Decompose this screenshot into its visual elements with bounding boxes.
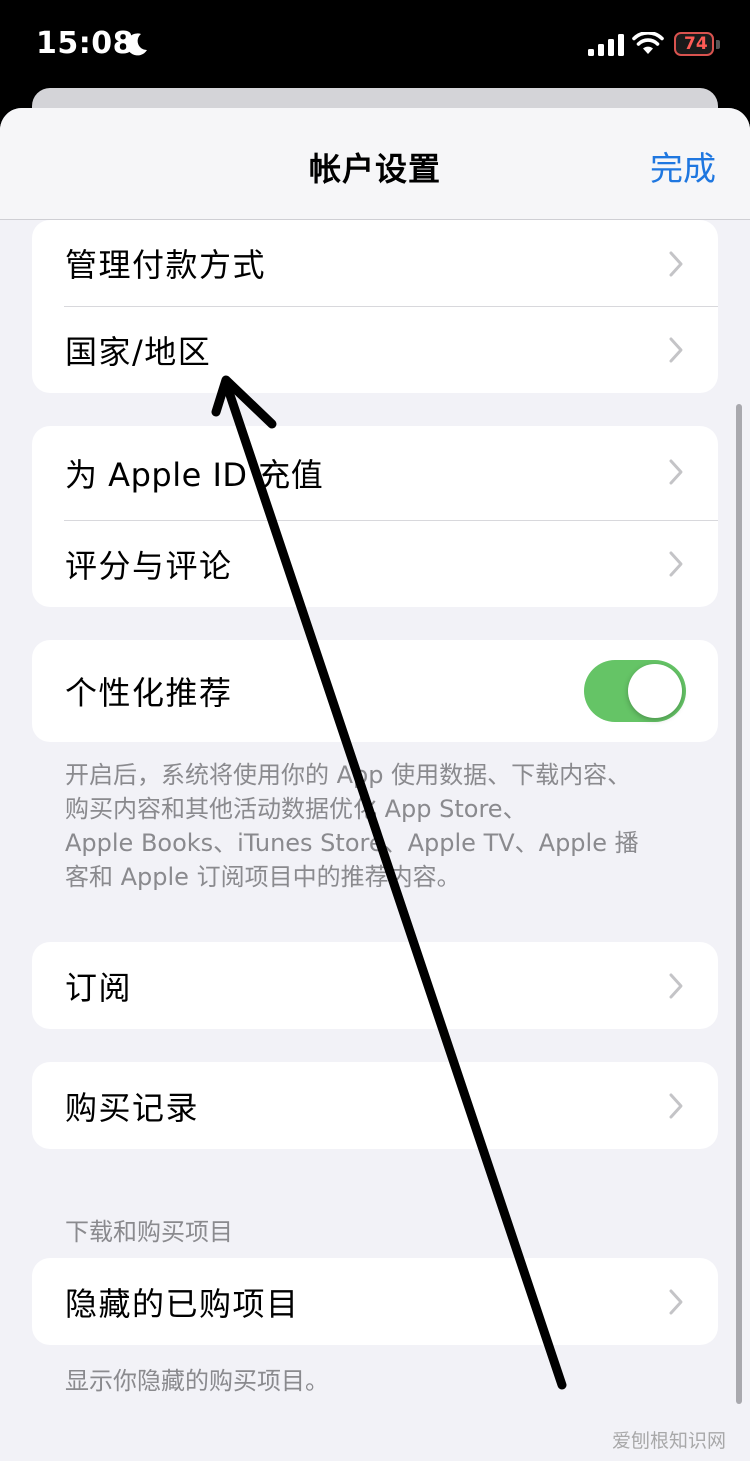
row-label: 评分与评论 xyxy=(65,546,233,585)
chevron-right-icon xyxy=(669,973,683,999)
row-label: 为 Apple ID 充值 xyxy=(65,456,324,494)
footnote-line: 购买内容和其他活动数据优化 App Store、 xyxy=(65,795,527,823)
country-region-row[interactable]: 国家/地区 xyxy=(32,306,718,393)
hidden-purchases-footnote: 显示你隐藏的购买项目。 xyxy=(65,1367,329,1395)
footnote-line: 开启后，系统将使用你的 App 使用数据、下载内容、 xyxy=(65,761,632,789)
row-label: 订阅 xyxy=(65,968,133,1007)
downloads-section-header: 下载和购买项目 xyxy=(65,1218,233,1246)
row-label: 隐藏的已购项目 xyxy=(65,1284,300,1323)
payment-group: 管理付款方式 国家/地区 xyxy=(32,220,718,393)
row-label: 个性化推荐 xyxy=(65,674,233,712)
footnote-line: 客和 Apple 订阅项目中的推荐内容。 xyxy=(65,863,461,891)
apple-id-group: 为 Apple ID 充值 评分与评论 xyxy=(32,426,718,607)
toggle-knob xyxy=(628,664,682,718)
watermark: 爱刨根知识网 xyxy=(611,1430,726,1452)
signal-icon xyxy=(588,34,624,56)
done-button[interactable]: 完成 xyxy=(650,142,716,190)
purchase-history-row[interactable]: 购买记录 xyxy=(32,1062,718,1149)
page-title: 帐户设置 xyxy=(308,150,441,188)
personalized-toggle[interactable] xyxy=(584,660,686,722)
row-label: 管理付款方式 xyxy=(65,246,267,284)
subscriptions-row[interactable]: 订阅 xyxy=(32,942,718,1029)
ratings-reviews-row[interactable]: 评分与评论 xyxy=(32,520,718,607)
subscriptions-group: 订阅 xyxy=(32,942,718,1029)
nav-bar: 帐户设置 完成 xyxy=(0,108,750,220)
purchase-history-group: 购买记录 xyxy=(32,1062,718,1149)
chevron-right-icon xyxy=(669,459,683,485)
status-bar: 15:08 74 xyxy=(0,0,750,90)
chevron-right-icon xyxy=(669,1289,683,1315)
chevron-right-icon xyxy=(669,251,683,277)
wifi-icon xyxy=(632,32,664,54)
hidden-purchases-row[interactable]: 隐藏的已购项目 xyxy=(32,1258,718,1345)
status-time: 15:08 xyxy=(36,26,134,61)
battery-indicator: 74 xyxy=(674,32,714,56)
scrollbar[interactable] xyxy=(736,404,742,1404)
personalized-group: 个性化推荐 xyxy=(32,640,718,742)
manage-payment-row[interactable]: 管理付款方式 xyxy=(32,220,718,306)
downloads-group: 隐藏的已购项目 xyxy=(32,1258,718,1345)
row-label: 国家/地区 xyxy=(65,332,212,371)
personalized-recommendations-row: 个性化推荐 xyxy=(32,640,718,742)
battery-nub xyxy=(716,40,720,49)
row-label: 购买记录 xyxy=(65,1088,200,1127)
personalized-footnote: 开启后，系统将使用你的 App 使用数据、下载内容、 购买内容和其他活动数据优化… xyxy=(65,758,705,894)
moon-icon xyxy=(126,33,147,56)
account-settings-sheet: 帐户设置 完成 管理付款方式 国家/地区 为 Apple ID 充值 评分与评论… xyxy=(0,108,750,1461)
chevron-right-icon xyxy=(669,337,683,363)
top-up-apple-id-row[interactable]: 为 Apple ID 充值 xyxy=(32,426,718,520)
battery-level: 74 xyxy=(684,34,708,54)
chevron-right-icon xyxy=(669,551,683,577)
chevron-right-icon xyxy=(669,1093,683,1119)
footnote-line: Apple Books、iTunes Store、Apple TV、Apple … xyxy=(65,829,639,857)
